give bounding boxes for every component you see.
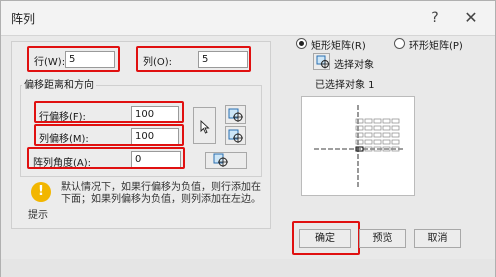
- offset-group-title: 偏移距离和方向: [22, 76, 96, 91]
- preview-array-item: [373, 125, 382, 131]
- hint-label: 提示: [28, 210, 48, 221]
- preview-array-item: [391, 139, 400, 145]
- hint-text: 默认情况下，如果行偏移为负值，则行添加在下面；如果列偏移为负值，则列添加在左边。: [61, 182, 261, 205]
- col-offset-label: 列偏移(M):: [39, 134, 89, 145]
- select-objects-icon: [316, 55, 330, 69]
- pick-point-icon: [228, 108, 243, 122]
- title-bar: 阵列 ? ✕: [1, 1, 495, 35]
- preview-array-item: [382, 139, 391, 145]
- col-offset-field[interactable]: 100: [131, 128, 179, 145]
- preview-array-item: [391, 132, 400, 138]
- rect-array-radio[interactable]: [296, 38, 307, 49]
- preview-array-item: [382, 132, 391, 138]
- rows-field[interactable]: 5: [65, 51, 115, 68]
- pick-col-offset-button[interactable]: [225, 126, 246, 145]
- pick-angle-button[interactable]: [205, 152, 247, 169]
- row-offset-field[interactable]: 100: [131, 106, 179, 123]
- status-strip: [1, 259, 495, 277]
- preview-graphic: [314, 105, 404, 189]
- angle-label: 阵列角度(A):: [33, 158, 92, 169]
- cols-field[interactable]: 5: [198, 51, 248, 68]
- pick-point-icon: [228, 129, 243, 143]
- cols-label: 列(O):: [143, 57, 173, 68]
- preview-array-item: [364, 132, 373, 138]
- preview-array-item: [364, 125, 373, 131]
- preview-array-item: [373, 139, 382, 145]
- preview-array-item: [355, 132, 364, 138]
- preview-array-item: [355, 125, 364, 131]
- preview-array-item: [364, 139, 373, 145]
- preview-array-item: [373, 118, 382, 124]
- pick-both-offsets-button[interactable]: [193, 107, 216, 144]
- cancel-button[interactable]: 取消: [414, 229, 461, 248]
- preview-array-item: [382, 118, 391, 124]
- title-divider: [1, 35, 495, 36]
- preview-array-item: [355, 118, 364, 124]
- preview-array-item: [373, 132, 382, 138]
- select-objects-label[interactable]: 选择对象: [334, 56, 374, 71]
- rect-array-label[interactable]: 矩形矩阵(R): [311, 37, 366, 52]
- preview-array-item: [355, 139, 364, 145]
- preview-array-item: [364, 118, 373, 124]
- selected-count-text: 已选择对象 1: [315, 80, 375, 91]
- polar-array-label[interactable]: 环形矩阵(P): [409, 37, 463, 52]
- pick-row-offset-button[interactable]: [225, 105, 246, 124]
- angle-field[interactable]: 0: [131, 151, 181, 168]
- window-title: 阵列: [11, 12, 36, 26]
- preview-button[interactable]: 预览: [359, 229, 406, 248]
- preview-array-item: [391, 118, 400, 124]
- rows-label: 行(W):: [34, 57, 66, 68]
- select-objects-button[interactable]: [313, 53, 330, 70]
- close-icon[interactable]: ✕: [460, 7, 482, 29]
- row-offset-label: 行偏移(F):: [39, 112, 86, 123]
- polar-array-radio[interactable]: [394, 38, 405, 49]
- preview-array-item: [382, 125, 391, 131]
- preview-array-item: [391, 125, 400, 131]
- warning-icon: !: [31, 182, 51, 202]
- array-preview: [301, 96, 415, 196]
- array-dialog: 阵列 ? ✕ 行(W): 5 列(O): 5 偏移距离和方向 行偏移(F): 1…: [0, 0, 496, 277]
- pick-angle-icon: [213, 153, 228, 167]
- ok-button[interactable]: 确定: [299, 229, 351, 248]
- help-icon[interactable]: ?: [424, 7, 446, 29]
- cursor-icon: [200, 119, 210, 134]
